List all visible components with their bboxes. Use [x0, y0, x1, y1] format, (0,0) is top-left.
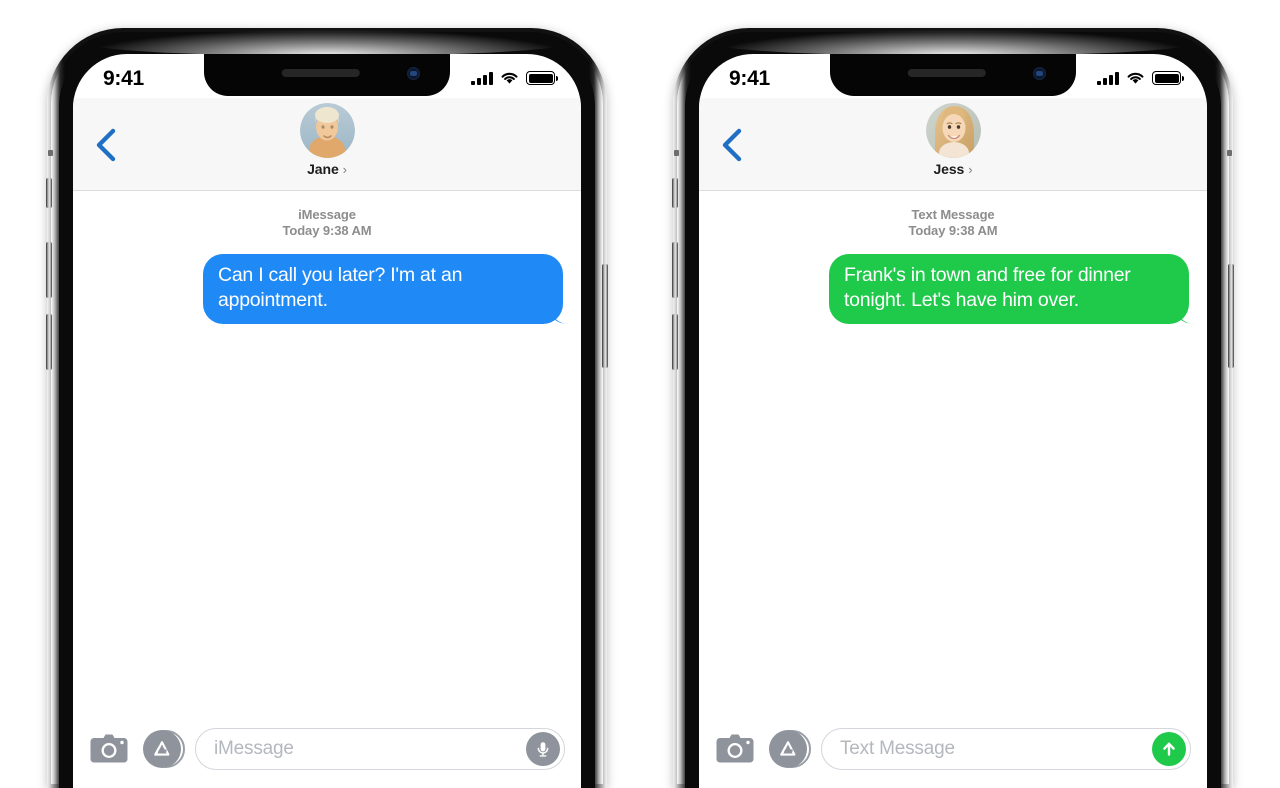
app-store-icon[interactable] — [769, 730, 811, 768]
wifi-icon — [501, 72, 518, 84]
microphone-port — [1227, 150, 1232, 156]
cellular-signal-icon — [471, 71, 493, 85]
device-screen: 9:41 — [699, 54, 1207, 788]
status-bar: 9:41 — [73, 54, 581, 98]
volume-up-button[interactable] — [672, 242, 678, 298]
status-bar-time: 9:41 — [729, 66, 770, 90]
side-power-button[interactable] — [1228, 264, 1234, 368]
camera-icon[interactable] — [89, 732, 129, 766]
ringer-switch[interactable] — [672, 178, 678, 208]
cellular-signal-icon — [1097, 71, 1119, 85]
message-input-field[interactable] — [821, 728, 1191, 770]
microphone-port — [48, 150, 53, 156]
message-row: Can I call you later? I'm at an appointm… — [91, 253, 563, 324]
volume-down-button[interactable] — [672, 314, 678, 370]
message-input-field[interactable] — [195, 728, 565, 770]
ringer-switch[interactable] — [46, 178, 52, 208]
volume-down-button[interactable] — [46, 314, 52, 370]
conversation-header: Jane › — [73, 98, 581, 191]
message-bubble-outgoing[interactable]: Can I call you later? I'm at an appointm… — [203, 253, 563, 324]
device-screen: 9:41 — [73, 54, 581, 788]
battery-icon — [1152, 71, 1184, 85]
side-power-button[interactable] — [602, 264, 608, 368]
message-input-toolbar — [73, 710, 581, 788]
message-service-label: Text Message — [911, 207, 995, 222]
message-text-input[interactable] — [212, 737, 526, 761]
message-list: Text Message Today 9:38 AM Frank's in to… — [699, 191, 1207, 669]
conversation-header: Jess › — [699, 98, 1207, 191]
contact-name: Jane › — [307, 161, 347, 177]
message-timestamp: Today 9:38 AM — [908, 223, 998, 239]
contact-header-button[interactable]: Jane › — [252, 103, 402, 179]
status-bar-time: 9:41 — [103, 66, 144, 90]
volume-up-button[interactable] — [46, 242, 52, 298]
message-list: iMessage Today 9:38 AM Can I call you la… — [73, 191, 581, 669]
contact-name-text: Jane — [307, 161, 339, 177]
microphone-port — [674, 150, 679, 156]
back-chevron-icon[interactable] — [721, 128, 743, 162]
microphone-icon[interactable] — [526, 732, 560, 766]
message-timestamp: Today 9:38 AM — [282, 223, 372, 239]
battery-icon — [526, 71, 558, 85]
message-meta: iMessage Today 9:38 AM — [91, 207, 563, 240]
status-bar: 9:41 — [699, 54, 1207, 98]
contact-name: Jess › — [934, 161, 973, 177]
contact-avatar[interactable] — [299, 103, 355, 158]
message-input-toolbar — [699, 710, 1207, 788]
back-chevron-icon[interactable] — [95, 128, 117, 162]
phone-comparison-stage: 9:41 Jane › iMessage Today 9:38 AM Can I… — [0, 0, 1280, 788]
disclosure-chevron-icon: › — [968, 161, 973, 177]
send-arrow-icon[interactable] — [1152, 732, 1186, 766]
app-store-icon[interactable] — [143, 730, 185, 768]
message-bubble-outgoing[interactable]: Frank's in town and free for dinner toni… — [829, 253, 1189, 324]
iphone-device-left: 9:41 Jane › iMessage Today 9:38 AM Can I… — [46, 28, 608, 788]
disclosure-chevron-icon: › — [342, 161, 347, 177]
message-text-input[interactable] — [838, 737, 1152, 761]
wifi-icon — [1127, 72, 1144, 84]
message-row: Frank's in town and free for dinner toni… — [717, 253, 1189, 324]
status-bar-indicators — [471, 67, 558, 85]
status-bar-indicators — [1097, 67, 1184, 85]
contact-header-button[interactable]: Jess › — [878, 103, 1028, 179]
message-service-label: iMessage — [298, 207, 356, 222]
camera-icon[interactable] — [715, 732, 755, 766]
message-meta: Text Message Today 9:38 AM — [717, 207, 1189, 240]
iphone-device-right: 9:41 Jess › Text Message Today 9:38 AM F… — [672, 28, 1234, 788]
contact-name-text: Jess — [933, 161, 965, 177]
contact-avatar[interactable] — [925, 103, 981, 158]
